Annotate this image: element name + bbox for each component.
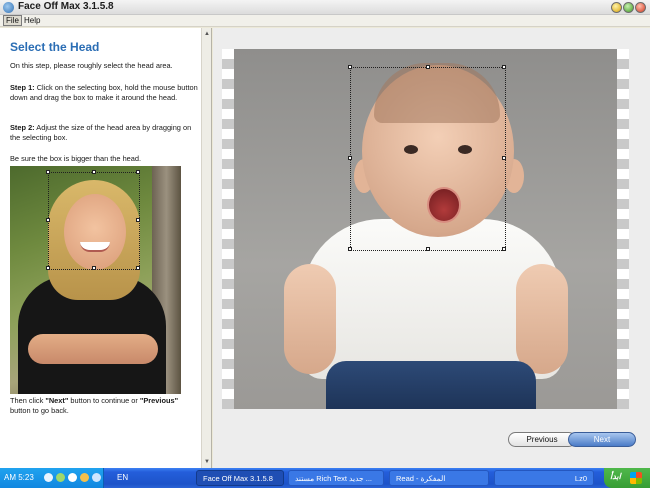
app-icon (3, 2, 14, 13)
minimize-button[interactable] (611, 2, 622, 13)
task-folder[interactable]: Lz0 (494, 470, 594, 486)
step2-body: Adjust the size of the head area by drag… (10, 123, 192, 142)
example-handle (92, 170, 96, 174)
editing-canvas: Previous Next (213, 28, 650, 468)
window-title: Face Off Max 3.1.5.8 (18, 1, 114, 12)
resize-handle-top-left[interactable] (348, 65, 352, 69)
example-handle (46, 218, 50, 222)
step1-text: Step 1: Click on the selecting box, hold… (10, 83, 200, 102)
photo-arm-left (284, 264, 336, 374)
footer-pre: Then click (10, 396, 46, 405)
taskbar: AM 5:23 EN Face Off Max 3.1.5.8 مستند Ri… (0, 468, 650, 488)
resize-handle-left[interactable] (348, 156, 352, 160)
maximize-button[interactable] (623, 2, 634, 13)
scroll-up-icon[interactable]: ▲ (203, 30, 211, 38)
close-button[interactable] (635, 2, 646, 13)
resize-handle-top[interactable] (426, 65, 430, 69)
task-face-off-max[interactable]: Face Off Max 3.1.5.8 (196, 470, 284, 486)
menu-bar: File Help (0, 15, 650, 27)
head-selection-box[interactable] (348, 65, 506, 251)
footer-prev: "Previous" (139, 396, 179, 405)
resize-handle-top-right[interactable] (502, 65, 506, 69)
example-handle (92, 266, 96, 270)
step2-text: Step 2: Adjust the size of the head area… (10, 123, 200, 142)
messenger-icon[interactable] (92, 473, 101, 482)
previous-button[interactable]: Previous (508, 432, 576, 447)
photo-arm-right (516, 264, 568, 374)
windows-flag-icon (630, 472, 642, 484)
language-indicator[interactable]: EN (117, 473, 128, 482)
example-handle (46, 170, 50, 174)
security-icon[interactable] (80, 473, 89, 482)
menu-file[interactable]: File (3, 15, 22, 26)
instructions-panel: Select the Head On this step, please rou… (0, 28, 212, 468)
footer-mid: button to continue or (68, 396, 140, 405)
menu-help[interactable]: Help (22, 16, 42, 25)
volume-icon[interactable] (68, 473, 77, 482)
step1-body: Click on the selecting box, hold the mou… (10, 83, 198, 102)
example-selection-box (46, 170, 140, 270)
transparency-strip-right (617, 49, 629, 409)
task-notepad[interactable]: Read - المفكرة (389, 470, 489, 486)
intro-text: On this step, please roughly select the … (10, 61, 173, 70)
step-heading: Select the Head (10, 40, 100, 54)
update-icon[interactable] (56, 473, 65, 482)
photo-jeans (326, 361, 536, 409)
resize-handle-bottom-left[interactable] (348, 247, 352, 251)
start-label: ابدأ (610, 472, 621, 481)
example-handle (136, 170, 140, 174)
note-text: Be sure the box is bigger than the head. (10, 154, 142, 163)
scroll-down-icon[interactable]: ▼ (203, 458, 211, 466)
title-bar: Face Off Max 3.1.5.8 (0, 0, 650, 15)
example-handle (136, 218, 140, 222)
step2-label: Step 2: (10, 123, 35, 132)
footer-text: Then click "Next" button to continue or … (10, 396, 200, 415)
example-arms (28, 334, 158, 364)
system-tray: AM 5:23 (0, 468, 104, 488)
example-handle (136, 266, 140, 270)
transparency-strip-left (222, 49, 234, 409)
network-icon[interactable] (44, 473, 53, 482)
resize-handle-bottom[interactable] (426, 247, 430, 251)
panel-scrollbar[interactable]: ▲ ▼ (201, 28, 211, 468)
start-button[interactable]: ابدأ (604, 468, 650, 488)
resize-handle-bottom-right[interactable] (502, 247, 506, 251)
footer-next: "Next" (45, 396, 69, 405)
footer-post: button to go back. (10, 405, 69, 415)
task-wordpad[interactable]: مستند Rich Text جديد ... (288, 470, 384, 486)
resize-handle-right[interactable] (502, 156, 506, 160)
photo-frame (222, 49, 629, 409)
example-handle (46, 266, 50, 270)
clock[interactable]: AM 5:23 (4, 473, 34, 482)
next-button[interactable]: Next (568, 432, 636, 447)
example-photo (10, 166, 181, 394)
step1-label: Step 1: (10, 83, 35, 92)
